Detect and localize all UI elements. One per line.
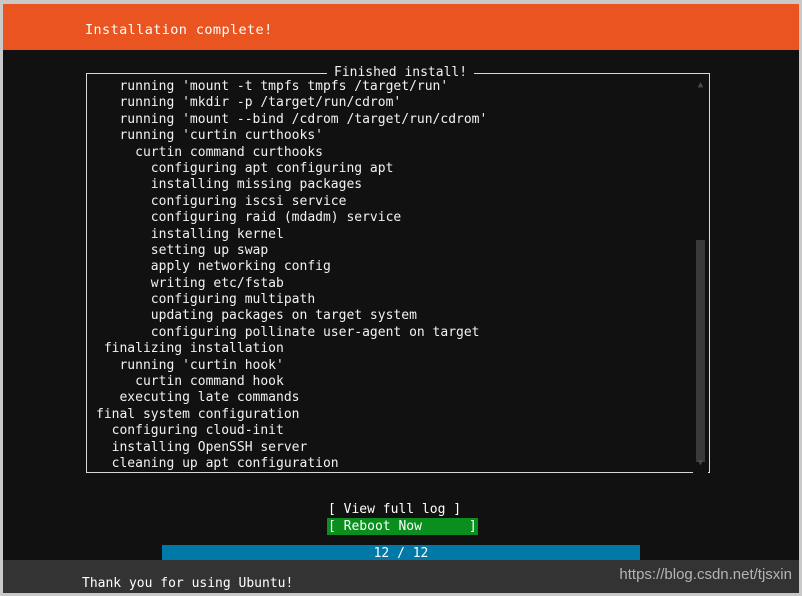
page-title: Installation complete! [85, 22, 273, 38]
footer-message: Thank you for using Ubuntu! [82, 576, 294, 591]
log-line: configuring multipath [96, 292, 316, 308]
log-output-text: running 'mount -t tmpfs tmpfs /target/ru… [96, 79, 686, 472]
scroll-up-arrow-icon[interactable]: ▲ [693, 79, 708, 91]
log-line: running 'mount --bind /cdrom /target/run… [96, 111, 488, 127]
log-line: curtin command curthooks [96, 144, 323, 160]
log-line: installing missing packages [96, 177, 363, 193]
log-line: installing OpenSSH server [96, 439, 308, 455]
log-line: writing etc/fstab [96, 275, 284, 291]
log-line: finalizing installation [96, 341, 284, 357]
log-line: cleaning up apt configuration [96, 455, 339, 471]
log-line: setting up swap [96, 242, 269, 258]
scrollbar-thumb[interactable] [696, 240, 705, 462]
view-full-log-button[interactable]: [ View full log ] [327, 501, 462, 518]
log-line: executing late commands [96, 390, 300, 406]
watermark-text: https://blog.csdn.net/tjsxin [619, 566, 792, 583]
scroll-down-arrow-icon[interactable]: ▼ [693, 457, 708, 469]
reboot-now-button[interactable]: [ Reboot Now ] [327, 518, 478, 535]
log-line: configuring iscsi service [96, 193, 347, 209]
log-line: running 'curtin hook' [96, 357, 284, 373]
log-line: configuring apt configuring apt [96, 160, 394, 176]
log-line: final system configuration [96, 406, 300, 422]
install-log-panel: Finished install! running 'mount -t tmpf… [86, 65, 710, 473]
log-line: configuring pollinate user-agent on targ… [96, 324, 480, 340]
log-line: running 'curtin curthooks' [96, 128, 323, 144]
log-line: running 'mkdir -p /target/run/cdrom' [96, 95, 402, 111]
log-line: curtin command hook [96, 374, 284, 390]
header-bar: Installation complete! [3, 4, 799, 50]
log-line: apply networking config [96, 259, 331, 275]
log-line: running 'mount -t tmpfs tmpfs /target/ru… [96, 79, 449, 94]
log-line: updating packages on target system [96, 308, 417, 324]
log-scrollbar[interactable]: ▲ ▼ [693, 75, 708, 473]
log-line: configuring cloud-init [96, 423, 284, 439]
log-line: installing kernel [96, 226, 284, 242]
log-line: configuring raid (mdadm) service [96, 210, 402, 226]
installer-screen: Installation complete! Finished install!… [0, 0, 802, 596]
